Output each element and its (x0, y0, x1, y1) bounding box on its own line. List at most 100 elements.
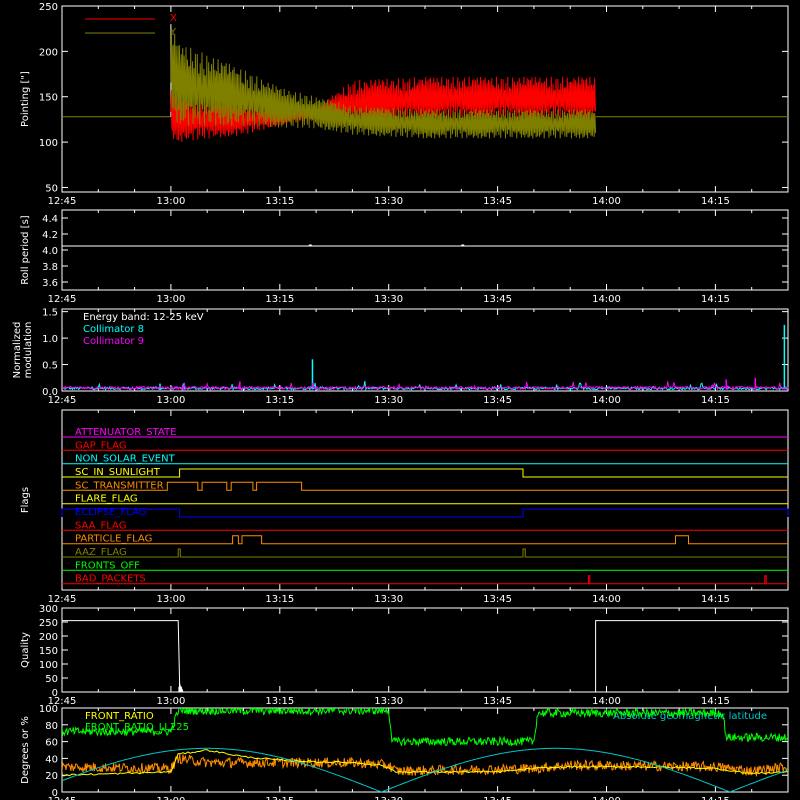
y-axis-label: Roll period [s] (20, 215, 31, 284)
x-tick-label: 13:45 (483, 294, 512, 305)
y-tick-label: 150 (39, 646, 58, 657)
x-tick-label: 14:00 (592, 594, 621, 605)
quality-panel-axes: 12:45 13:00 13:15 13:30 13:45 14:00 14:1505010… (20, 604, 789, 707)
y-tick-label: 100 (39, 660, 58, 671)
y-tick-label: 250 (39, 2, 58, 13)
roll-period-panel-frame (61, 209, 789, 291)
flag-line-sc-transmitter (62, 481, 788, 491)
x-tick-label: 13:30 (374, 796, 403, 800)
y-axis-label: Normalized (12, 322, 23, 379)
y-tick-label: 100 (39, 138, 58, 149)
y-tick-label: 0 (52, 688, 58, 699)
x-tick-label: 13:00 (156, 796, 185, 800)
flag-label-gap-flag: GAP_FLAG (75, 440, 127, 451)
x-tick-label: 13:00 (156, 594, 185, 605)
y-tick-label: 60 (45, 738, 58, 749)
x-tick-label: 14:15 (701, 196, 730, 207)
x-tick-label: 13:00 (156, 196, 185, 207)
flag-line-particle-flag (62, 535, 788, 545)
x-tick-label: 13:30 (374, 395, 403, 406)
flag-label-non-solar-event: NON_SOLAR_EVENT (75, 454, 176, 465)
x-tick-label: 13:15 (265, 696, 294, 707)
x-tick-label: 13:30 (374, 594, 403, 605)
x-tick-label: 13:00 (156, 395, 185, 406)
y-tick-label: 3.8 (42, 262, 58, 273)
y-axis-label: Flags (20, 487, 31, 513)
y-tick-label: 20 (45, 771, 58, 782)
y-tick-label: 4.4 (42, 214, 58, 225)
x-tick-label: 13:00 (156, 294, 185, 305)
flag-label-bad-packets: BAD_PACKETS (75, 574, 146, 585)
y-tick-label: 200 (39, 632, 58, 643)
y-tick-label: 40 (45, 754, 58, 765)
pointing-plot (62, 24, 788, 142)
y-tick-label: 150 (39, 93, 58, 104)
modulation-panel-axes: 12:45 13:00 13:15 13:30 13:45 14:00 14:150.00.… (12, 308, 789, 406)
x-tick-label: 14:00 (592, 796, 621, 800)
y-tick-label: 50 (45, 674, 58, 685)
x-tick-label: 13:45 (483, 395, 512, 406)
y-tick-label: 0.0 (42, 387, 58, 398)
flag-label-sc-in-sunlight: SC_IN_SUNLIGHT (75, 467, 161, 478)
flag-label-fronts-off: FRONTS_OFF (75, 560, 140, 571)
ratio-panel-axes: 12:4513:0013:1513:3013:4514:0014:1502040… (20, 704, 789, 800)
x-tick-label: 13:15 (265, 796, 294, 800)
x-tick-label: 13:00 (156, 696, 185, 707)
legend-front-ratio: FRONT_RATIO (85, 711, 154, 722)
x-tick-label: 14:00 (592, 196, 621, 207)
flag-line-aaz-flag (62, 548, 788, 558)
x-tick-label: 13:45 (483, 196, 512, 207)
legend-latitude: Absolute geomagnetic latitude (613, 711, 767, 722)
x-tick-label: 14:00 (592, 395, 621, 406)
x-tick-label: 13:30 (374, 294, 403, 305)
flag-label-sc-transmitter: SC_TRANSMITTER (75, 480, 164, 491)
y-axis-label: modulation (23, 322, 34, 379)
y-axis-label: Pointing ["] (20, 71, 31, 127)
modulation-legend-8: Collimator 8 (83, 324, 144, 335)
x-tick-label: 13:15 (265, 395, 294, 406)
flag-label-attenuator-state: ATTENUATOR_STATE (75, 427, 176, 438)
x-tick-label: 13:30 (374, 196, 403, 207)
x-tick-label: 14:00 (592, 696, 621, 707)
x-tick-label: 14:00 (592, 294, 621, 305)
x-tick-label: 14:15 (701, 796, 730, 800)
data-figure: 12:45 13:00 13:15 13:30 13:45 14:00 14:15 50 100… (12, 2, 789, 800)
flag-line-sc-in-sunlight (62, 468, 788, 478)
x-tick-label: 13:15 (265, 294, 294, 305)
flag-label-particle-flag: PARTICLE_FLAG (75, 534, 152, 545)
y-tick-label: 1.0 (42, 334, 58, 345)
y-tick-label: 0 (52, 788, 58, 799)
x-tick-label: 14:15 (701, 594, 730, 605)
flag-label-eclipse-flag: ECLIPSE_FLAG (75, 507, 146, 518)
x-tick-label: 14:15 (701, 395, 730, 406)
y-tick-label: 1.5 (42, 308, 58, 319)
flag-line-bad-packets (62, 575, 788, 585)
x-tick-label: 13:30 (374, 696, 403, 707)
y-tick-label: 50 (45, 183, 58, 194)
flag-label-aaz-flag: AAZ_FLAG (75, 547, 127, 558)
x-tick-label: 13:15 (265, 594, 294, 605)
legend-label-y: Y (169, 27, 177, 38)
x-tick-label: 13:15 (265, 196, 294, 207)
energy-band-annotation: Energy band: 12-25 keV (83, 312, 204, 323)
flag-label-saa-flag: SAA_FLAG (75, 520, 126, 531)
x-tick-label: 14:15 (701, 696, 730, 707)
y-tick-label: 200 (39, 47, 58, 58)
modulation-legend-9: Collimator 9 (83, 336, 144, 347)
flag-line-eclipse-flag (61, 508, 789, 518)
quality-line (62, 620, 788, 693)
flag-label-flare-flag: FLARE_FLAG (75, 494, 138, 505)
y-tick-label: 4.0 (42, 246, 58, 257)
y-tick-label: 0.5 (42, 361, 58, 372)
x-tick-label: 13:45 (483, 796, 512, 800)
x-tick-label: 12:45 (48, 294, 77, 305)
y-tick-label: 3.6 (42, 278, 58, 289)
y-tick-label: 80 (45, 721, 58, 732)
x-tick-label: 12:45 (48, 196, 77, 207)
y-tick-label: 4.2 (42, 230, 58, 241)
roll-period-panel-axes: 12:45 13:00 13:15 13:30 13:45 14:00 14:15 3.6 3.… (20, 209, 789, 305)
y-tick-label: 300 (39, 604, 58, 615)
y-tick-label: 100 (39, 704, 58, 715)
x-tick-label: 14:15 (701, 294, 730, 305)
x-tick-label: 13:45 (483, 696, 512, 707)
